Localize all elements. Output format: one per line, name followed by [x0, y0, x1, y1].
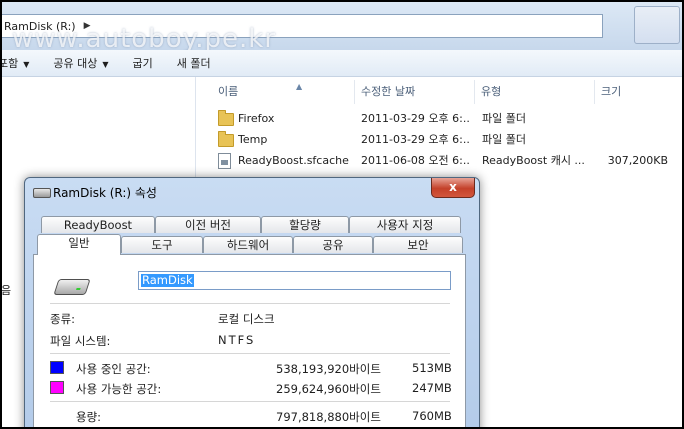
file-name: Firefox: [238, 112, 275, 125]
used-space-color-swatch: [50, 361, 64, 374]
free-space-mb: 247MB: [412, 381, 452, 395]
explorer-address-bar: RamDisk (R:) ▶ www.autoboy.pe.kr: [2, 2, 682, 54]
free-space-label: 사용 가능한 공간:: [76, 382, 162, 396]
burn-button[interactable]: 굽기: [121, 55, 165, 71]
free-space-color-swatch: [50, 381, 64, 394]
dropdown-arrow-icon: ▼: [23, 60, 30, 69]
tab-customize[interactable]: 사용자 지정: [349, 216, 461, 233]
type-value: 로컬 디스크: [218, 312, 275, 326]
include-in-library-button[interactable]: 포함 ▼: [2, 55, 41, 71]
new-folder-button[interactable]: 새 폴더: [165, 55, 223, 71]
used-space-label: 사용 중인 공간:: [76, 362, 151, 376]
file-type: 파일 폴더: [482, 133, 526, 146]
drive-icon: [33, 188, 51, 198]
tab-sharing[interactable]: 공유: [293, 236, 373, 253]
tab-quota[interactable]: 할당량: [261, 216, 349, 233]
file-name: ReadyBoost.sfcache: [238, 154, 349, 167]
column-date[interactable]: 수정한 날짜: [355, 80, 475, 104]
tab-previous-versions[interactable]: 이전 버전: [155, 216, 261, 233]
general-tab-panel: RamDisk 종류: 로컬 디스크 파일 시스템: NTFS 사용 중인 공간…: [33, 254, 466, 427]
close-icon: x: [449, 180, 457, 194]
list-item-firefox[interactable]: Firefox 2011-03-29 오후 6:... 파일 폴더: [196, 109, 682, 129]
divider: [50, 401, 450, 402]
tab-readyboost[interactable]: ReadyBoost: [41, 216, 155, 233]
file-list-header: ▲ 이름 수정한 날짜 유형 크기: [196, 80, 682, 104]
filesystem-label: 파일 시스템:: [50, 334, 111, 348]
divider: [50, 353, 450, 354]
volume-name-input[interactable]: RamDisk: [138, 271, 451, 290]
explorer-toolbar: 포함 ▼ 공유 대상 ▼ 굽기 새 폴더: [2, 50, 682, 77]
folder-icon: [218, 131, 234, 147]
file-size: 307,200KB: [607, 154, 668, 167]
used-space-bytes: 538,193,920바이트: [276, 362, 381, 376]
file-type: ReadyBoost 캐시 ...: [482, 154, 585, 167]
filesystem-value: NTFS: [218, 333, 256, 347]
dropdown-arrow-icon: ▼: [102, 60, 109, 69]
file-date: 2011-03-29 오후 6:...: [361, 112, 469, 125]
capacity-bytes: 797,818,880바이트: [276, 410, 381, 424]
tab-row-back: ReadyBoost 이전 버전 할당량 사용자 지정: [41, 216, 461, 234]
capacity-label: 용량:: [76, 410, 102, 424]
file-date: 2011-06-08 오전 6:...: [361, 154, 469, 167]
tab-tools[interactable]: 도구: [121, 236, 203, 253]
tab-security[interactable]: 보안: [373, 236, 463, 253]
used-space-mb: 513MB: [412, 361, 452, 375]
nav-item-fragment[interactable]: 음: [2, 282, 11, 298]
volume-name-text: RamDisk: [141, 273, 194, 287]
folder-icon: [218, 110, 234, 126]
dialog-title: RamDisk (R:) 속성: [53, 186, 157, 200]
column-name[interactable]: ▲ 이름: [212, 80, 355, 104]
window-control-corner[interactable]: [634, 6, 680, 44]
cache-file-icon: [218, 153, 231, 169]
type-label: 종류:: [50, 312, 76, 326]
screen: RamDisk (R:) ▶ www.autoboy.pe.kr 포함 ▼ 공유 …: [2, 2, 682, 427]
hard-drive-icon: [53, 279, 91, 295]
list-item-temp[interactable]: Temp 2011-03-29 오후 6:... 파일 폴더: [196, 130, 682, 150]
file-date: 2011-03-29 오후 6:...: [361, 133, 469, 146]
share-with-button[interactable]: 공유 대상 ▼: [41, 55, 120, 71]
tab-general[interactable]: 일반: [37, 234, 121, 255]
tab-row-front: 일반 도구 하드웨어 공유 보안: [37, 234, 463, 255]
file-name: Temp: [238, 133, 268, 146]
free-space-bytes: 259,624,960바이트: [276, 382, 381, 396]
capacity-mb: 760MB: [412, 409, 452, 423]
list-item-readyboost-cache[interactable]: ReadyBoost.sfcache 2011-06-08 오전 6:... R…: [196, 151, 682, 171]
sort-up-icon: ▲: [296, 82, 303, 91]
close-button[interactable]: x: [431, 178, 475, 198]
divider: [50, 303, 450, 304]
column-type[interactable]: 유형: [475, 80, 595, 104]
properties-dialog: RamDisk (R:) 속성 x ReadyBoost 이전 버전 할당량 사…: [24, 177, 480, 427]
tab-hardware[interactable]: 하드웨어: [203, 236, 293, 253]
column-size[interactable]: 크기: [595, 80, 682, 104]
file-type: 파일 폴더: [482, 112, 526, 125]
